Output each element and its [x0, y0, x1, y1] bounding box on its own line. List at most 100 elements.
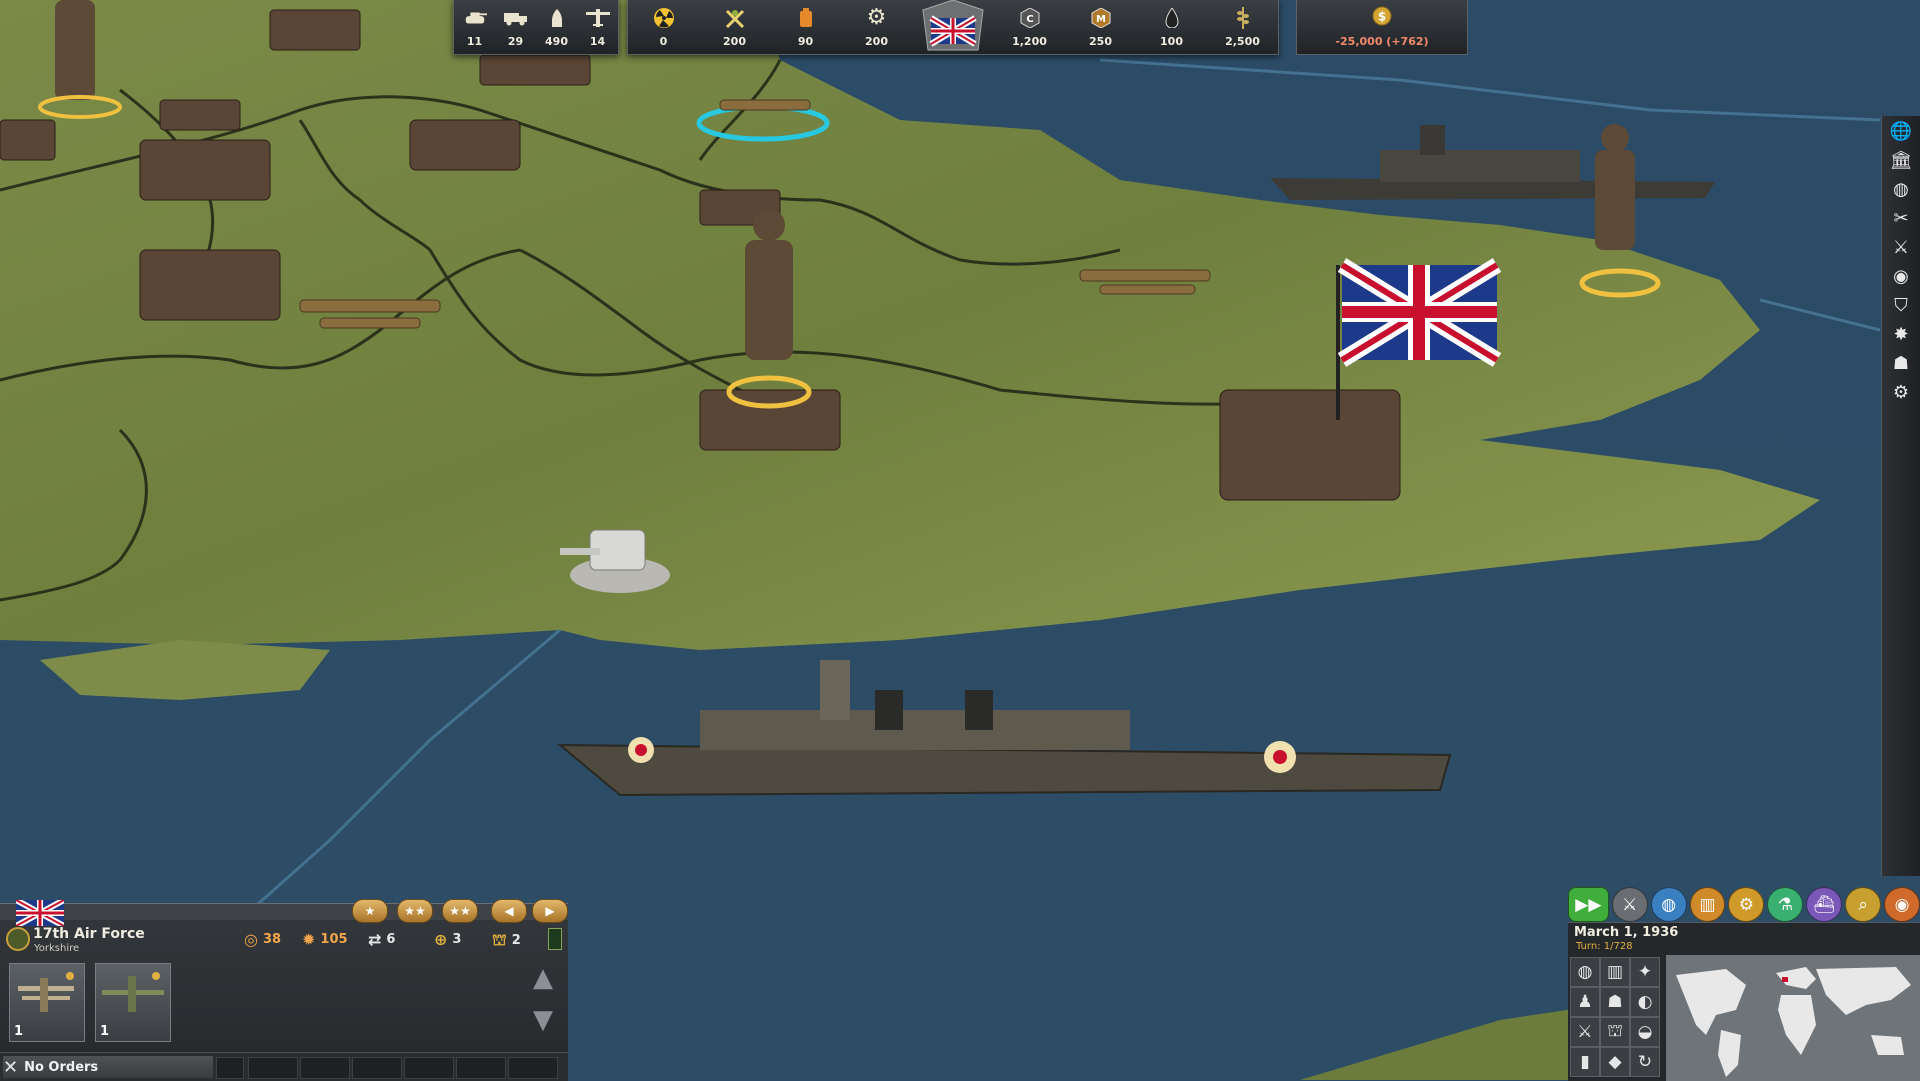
uk-flag-icon [922, 0, 984, 51]
diplomacy-icon[interactable]: ◍ [1885, 176, 1917, 203]
order-slot[interactable] [508, 1057, 558, 1079]
unit-card-fighter[interactable]: 1 [95, 963, 171, 1042]
manpower-counter[interactable]: 200 [699, 0, 770, 54]
trucks-counter[interactable]: 29 [495, 0, 536, 54]
settings-gear-icon[interactable]: ⚙ [1885, 379, 1917, 406]
map-globe-icon[interactable]: ◍ [1570, 957, 1600, 987]
fuel-counter[interactable]: 90 [770, 0, 841, 54]
oil-counter[interactable]: 100 [1136, 0, 1207, 54]
tools-icon[interactable]: ✂ [1885, 205, 1917, 232]
svg-text:C: C [1026, 14, 1033, 25]
globe-icon[interactable]: 🌐 [1885, 118, 1917, 145]
government-icon[interactable]: 🏛 [1885, 147, 1917, 174]
order-slot[interactable] [300, 1057, 350, 1079]
production-gear-icon[interactable]: ⚙ [1728, 887, 1765, 922]
map-compass-icon[interactable]: ✦ [1630, 957, 1660, 987]
svg-text:M: M [1096, 14, 1106, 25]
order-slot[interactable] [456, 1057, 506, 1079]
fuel-value: 90 [797, 34, 814, 48]
unit-stat-attack-value: 38 [262, 932, 282, 947]
food-value: 2,500 [1225, 34, 1260, 48]
order-slot[interactable] [216, 1057, 244, 1079]
metal-icon: M [1089, 7, 1113, 29]
turn-counter: Turn: 1/728 [1576, 941, 1633, 952]
world-minimap[interactable] [1666, 955, 1920, 1081]
orders-label: No Orders [24, 1059, 99, 1075]
planes-counter[interactable]: 14 [577, 0, 618, 54]
espionage-icon[interactable]: ☗ [1885, 350, 1917, 377]
plane-icon [585, 7, 610, 29]
map-military-icon[interactable]: ⚔ [1570, 1017, 1600, 1047]
map-oil-icon[interactable]: ◆ [1600, 1047, 1630, 1077]
svg-text:$: $ [1378, 10, 1386, 24]
treasury-counter[interactable]: $ -25,000 (+762) [1296, 0, 1468, 55]
rank-1-star-button[interactable]: ★ [352, 899, 388, 923]
order-slot[interactable] [248, 1057, 298, 1079]
unit-stat-power: ✹ 105 [302, 930, 348, 949]
map-diplomacy-icon[interactable]: ◐ [1630, 987, 1660, 1017]
shells-counter[interactable]: 490 [536, 0, 577, 54]
play-icon[interactable]: ▶▶ [1568, 887, 1609, 922]
research-flask-icon[interactable]: ⚗ [1767, 887, 1804, 922]
unit-card-count: 1 [14, 1024, 24, 1039]
coal-icon: C [1018, 7, 1042, 29]
battle-icon[interactable]: ⚔ [1611, 887, 1648, 922]
date-panel: March 1, 1936 Turn: 1/728 ◍ ▥ ✦ ♟ ☗ ◐ ⚔ … [1568, 922, 1920, 1081]
unit-type-icon [6, 927, 30, 951]
biplane-icon [18, 972, 74, 1012]
nation-emblem[interactable] [912, 0, 994, 54]
unit-stat-supply-value: 3 [452, 932, 462, 947]
unit-stat-cargo: ⛫ 2 [492, 930, 521, 951]
fuel-icon [794, 7, 818, 29]
government-icon[interactable]: ▥ [1689, 887, 1726, 922]
map-infrastructure-icon[interactable]: ⛫ [1600, 1017, 1630, 1047]
prev-unit-button[interactable]: ◀ [491, 899, 527, 923]
order-slot[interactable] [404, 1057, 454, 1079]
order-slot[interactable] [352, 1057, 402, 1079]
burst-icon: ✹ [302, 930, 316, 949]
uranium-counter[interactable]: 0 [628, 0, 699, 54]
industry-value: 200 [865, 34, 888, 48]
scroll-down-button[interactable]: ▼ [525, 1003, 561, 1037]
navy-icon[interactable]: ⛴ [1806, 887, 1843, 922]
camera-icon[interactable]: ◉ [1884, 887, 1920, 922]
metal-counter[interactable]: M 250 [1065, 0, 1136, 54]
military-icon[interactable]: ⚔ [1885, 234, 1917, 261]
shield-icon[interactable]: ⛉ [1885, 292, 1917, 319]
supply-icon: ⊕ [434, 930, 448, 949]
food-counter[interactable]: 2,500 [1207, 0, 1278, 54]
production-icon[interactable]: ◉ [1885, 263, 1917, 290]
map-resource-icon[interactable]: ◒ [1630, 1017, 1660, 1047]
unit-stat-supply: ⊕ 3 [434, 930, 461, 949]
manpower-icon [723, 7, 747, 29]
search-icon[interactable]: ⌕ [1845, 887, 1882, 922]
tanks-counter[interactable]: 11 [454, 0, 495, 54]
rank-2-star-button[interactable]: ★★ [397, 899, 433, 923]
map-supply-icon[interactable]: ▮ [1570, 1047, 1600, 1077]
unit-stat-cargo-value: 2 [511, 933, 521, 948]
map-rotate-icon[interactable]: ↻ [1630, 1047, 1660, 1077]
tank-icon [463, 7, 487, 29]
map-population-icon[interactable]: ♟ [1570, 987, 1600, 1017]
map-espionage-icon[interactable]: ☗ [1600, 987, 1630, 1017]
coal-counter[interactable]: C 1,200 [994, 0, 1065, 54]
unit-name: 17th Air Force [33, 926, 145, 942]
shell-icon [545, 7, 569, 29]
globe-icon[interactable]: ◍ [1650, 887, 1687, 922]
rank-3-star-button[interactable]: ★★ [442, 899, 478, 923]
unit-card-biplane[interactable]: 1 [9, 963, 85, 1042]
research-icon[interactable]: ✸ [1885, 321, 1917, 348]
unit-panel-header [0, 904, 568, 920]
close-icon: ✕ [3, 1056, 19, 1078]
no-orders-button[interactable]: ✕ No Orders [3, 1056, 213, 1078]
world-map-image [1666, 955, 1920, 1081]
unit-panel: ★ ★★ ★★ ◀ ▶ 17th Air Force Yorkshire ◎ 3… [0, 899, 568, 1081]
unit-count-bar: 11 29 490 14 [453, 0, 619, 55]
treasury-value: -25,000 (+762) [1335, 35, 1429, 48]
industry-counter[interactable]: ⚙ 200 [841, 0, 912, 54]
next-unit-button[interactable]: ▶ [532, 899, 568, 923]
scroll-up-button[interactable]: ▲ [525, 961, 561, 995]
map-government-icon[interactable]: ▥ [1600, 957, 1630, 987]
unit-stat-power-value: 105 [320, 932, 348, 947]
resource-bar: 0 200 90 ⚙ 200 C 1,200 M 250 100 2,500 [627, 0, 1279, 55]
